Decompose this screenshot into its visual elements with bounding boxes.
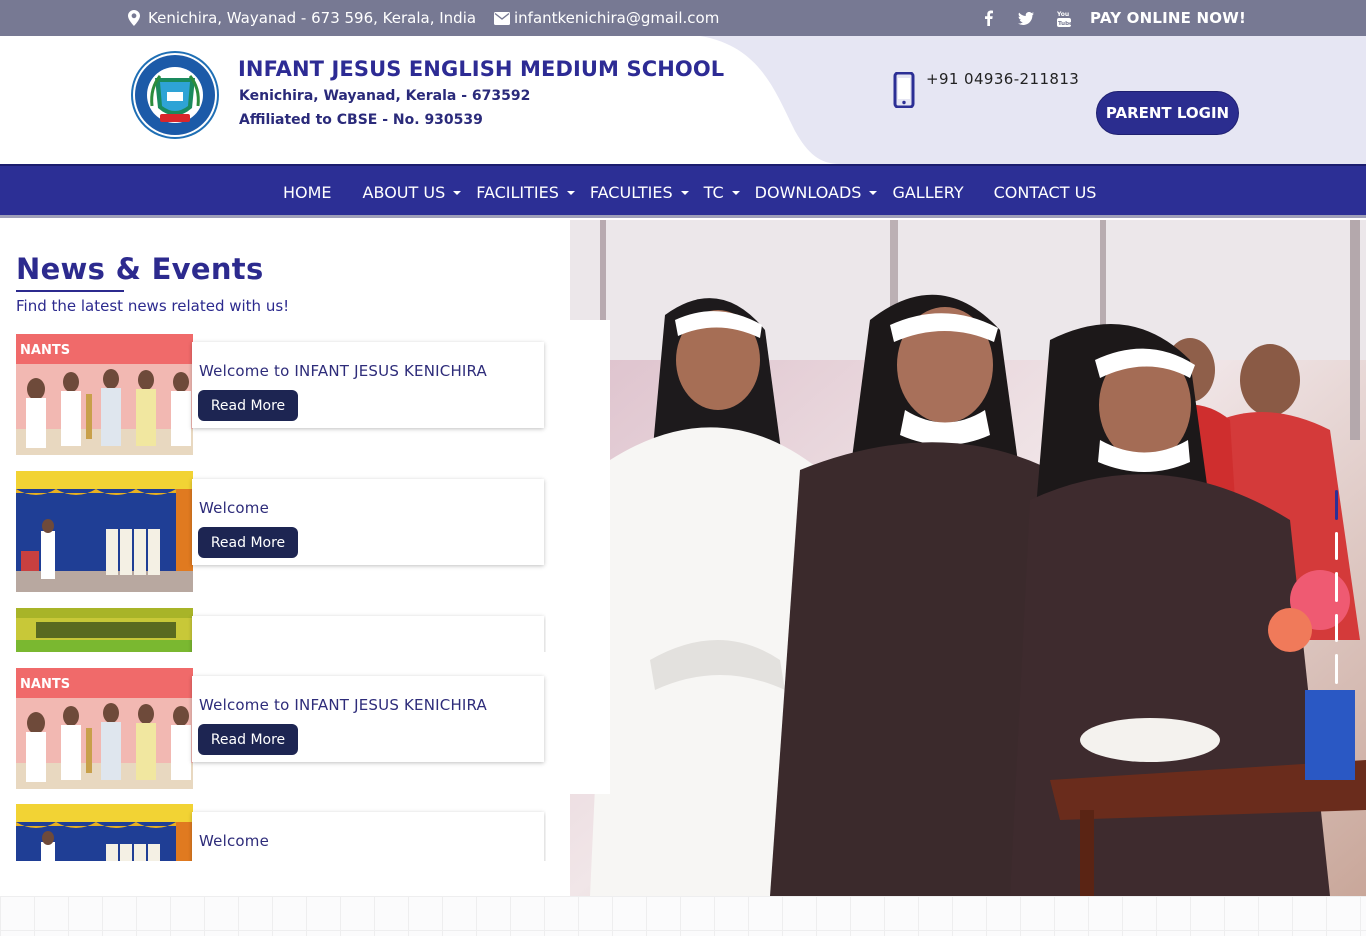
news-card: Welcome to INFANT JESUS KENICHIRA Read M… — [192, 676, 544, 762]
youtube-icon[interactable]: You Tube — [1054, 8, 1074, 28]
svg-text:NANTS: NANTS — [20, 343, 70, 358]
mobile-phone-icon — [893, 72, 915, 108]
facebook-icon[interactable] — [978, 8, 998, 28]
nav-item-about-us[interactable]: ABOUT US — [363, 183, 462, 202]
phone-number[interactable]: +91 04936-211813 — [926, 70, 1079, 88]
news-card: Welcome to INFANT JESUS KENICHIRA Read M… — [192, 342, 544, 428]
read-more-button[interactable]: Read More — [198, 390, 298, 421]
nav-item-facilities[interactable]: FACILITIES — [476, 183, 575, 202]
news-thumbnail[interactable]: NANTS — [16, 334, 193, 455]
news-thumbnail[interactable] — [16, 471, 193, 592]
news-title[interactable]: Welcome to INFANT JESUS KENICHIRA — [199, 362, 487, 380]
title-underline — [16, 290, 124, 292]
svg-text:You: You — [1057, 11, 1069, 18]
news-item: NANTS Welcome to INFANT JESUS KENICHIRA … — [16, 668, 546, 790]
nav-item-home[interactable]: HOME — [283, 183, 332, 202]
header: INFANT JESUS ENGLISH MEDIUM SCHOOL Kenic… — [0, 36, 1366, 164]
page: Kenichira, Wayanad - 673 596, Kerala, In… — [0, 0, 1366, 936]
read-more-button[interactable]: Read More — [198, 724, 298, 755]
svg-text:Tube: Tube — [1058, 21, 1071, 27]
nav-item-contact-us[interactable]: CONTACT US — [994, 183, 1097, 202]
nav-item-downloads[interactable]: DOWNLOADS — [755, 183, 878, 202]
footer-pattern — [0, 896, 1366, 936]
slider-dot[interactable] — [1335, 572, 1338, 602]
news-section-subtitle: Find the latest news related with us! — [16, 297, 290, 315]
slider-dot[interactable] — [1335, 614, 1338, 642]
svg-text:NANTS: NANTS — [20, 677, 70, 692]
school-affiliation: Affiliated to CBSE - No. 930539 — [239, 112, 483, 128]
slider-dot-active[interactable] — [1335, 490, 1338, 520]
school-logo[interactable] — [130, 48, 220, 142]
news-title[interactable]: Welcome — [199, 832, 269, 850]
read-more-button[interactable]: Read More — [198, 527, 298, 558]
caret-down-icon — [453, 190, 462, 195]
news-list: NANTS Welcome to INFANT JESUS KENICHIRA … — [0, 320, 610, 794]
school-name: INFANT JESUS ENGLISH MEDIUM SCHOOL — [238, 57, 725, 81]
news-item: NANTS Welcome to INFANT JESUS KENICHIRA … — [16, 334, 546, 456]
twitter-icon[interactable] — [1016, 8, 1036, 28]
caret-down-icon — [680, 190, 689, 195]
caret-down-icon — [566, 190, 575, 195]
parent-login-button[interactable]: PARENT LOGIN — [1096, 91, 1239, 135]
news-thumbnail[interactable]: NANTS — [16, 668, 193, 789]
nav-item-tc[interactable]: TC — [704, 183, 740, 202]
email-text[interactable]: infantkenichira@gmail.com — [514, 9, 719, 27]
slider-pagination — [1333, 490, 1341, 690]
news-thumbnail[interactable] — [16, 804, 193, 861]
main-nav: HOME ABOUT US FACILITIES FACULTIES TC DO… — [0, 164, 1366, 218]
news-title[interactable]: Welcome — [199, 499, 269, 517]
nav-item-gallery[interactable]: GALLERY — [892, 183, 963, 202]
nav-item-faculties[interactable]: FACULTIES — [590, 183, 689, 202]
slider-dot[interactable] — [1335, 654, 1338, 684]
envelope-icon — [494, 11, 510, 25]
slider-dot[interactable] — [1335, 532, 1338, 560]
social-links: You Tube — [978, 8, 1074, 28]
news-card — [192, 616, 544, 652]
news-title[interactable]: Welcome to INFANT JESUS KENICHIRA — [199, 696, 487, 714]
email-info[interactable]: infantkenichira@gmail.com — [494, 9, 719, 27]
news-section-title: News & Events — [16, 252, 264, 286]
news-item: Welcome Read More — [16, 471, 546, 593]
caret-down-icon — [869, 190, 878, 195]
map-pin-icon — [128, 10, 140, 26]
address-info: Kenichira, Wayanad - 673 596, Kerala, In… — [128, 9, 476, 27]
pay-online-link[interactable]: PAY ONLINE NOW! — [1090, 9, 1246, 27]
school-address: Kenichira, Wayanad, Kerala - 673592 — [239, 88, 531, 104]
hero-slider-image[interactable] — [570, 220, 1366, 896]
news-card: Welcome — [192, 812, 544, 861]
caret-down-icon — [731, 190, 740, 195]
news-card: Welcome Read More — [192, 479, 544, 565]
news-item — [16, 608, 546, 652]
news-thumbnail[interactable] — [16, 608, 193, 652]
address-text: Kenichira, Wayanad - 673 596, Kerala, In… — [148, 9, 477, 27]
news-item: Welcome — [16, 804, 546, 861]
top-bar: Kenichira, Wayanad - 673 596, Kerala, In… — [0, 0, 1366, 36]
